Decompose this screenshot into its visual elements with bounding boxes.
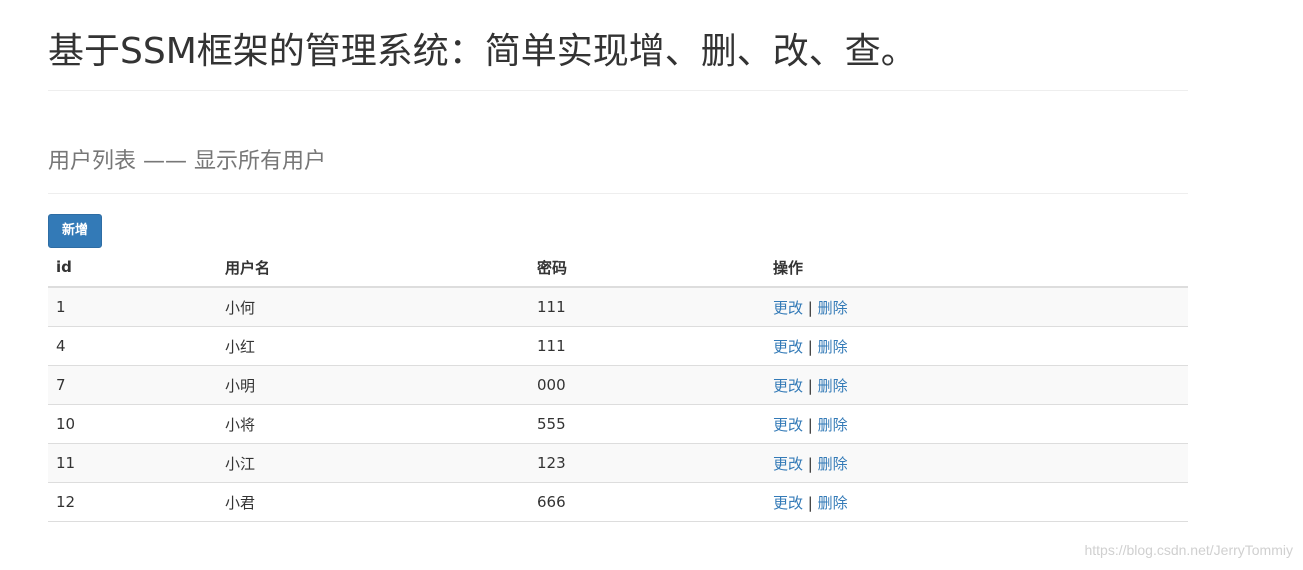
edit-link[interactable]: 更改 — [773, 494, 803, 512]
table-row: 7 小明 000 更改 | 删除 — [48, 365, 1188, 405]
delete-link[interactable]: 删除 — [818, 338, 848, 356]
cell-actions: 更改 | 删除 — [765, 326, 1188, 366]
subtitle-divider — [48, 193, 1188, 194]
cell-actions: 更改 | 删除 — [765, 287, 1188, 327]
title-divider — [48, 90, 1188, 91]
delete-link[interactable]: 删除 — [818, 455, 848, 473]
cell-id: 11 — [48, 443, 217, 483]
delete-link[interactable]: 删除 — [818, 494, 848, 512]
cell-actions: 更改 | 删除 — [765, 482, 1188, 522]
cell-username: 小红 — [217, 326, 529, 366]
cell-password: 555 — [529, 404, 765, 444]
cell-id: 7 — [48, 365, 217, 405]
column-header-password: 密码 — [529, 248, 765, 288]
add-user-button[interactable]: 新增 — [48, 214, 102, 248]
cell-id: 10 — [48, 404, 217, 444]
cell-username: 小将 — [217, 404, 529, 444]
edit-link[interactable]: 更改 — [773, 377, 803, 395]
column-header-username: 用户名 — [217, 248, 529, 288]
section-subtitle: 用户列表 —— 显示所有用户 — [48, 149, 326, 174]
cell-password: 111 — [529, 326, 765, 366]
column-header-actions: 操作 — [765, 248, 1188, 288]
action-separator: | — [807, 298, 813, 317]
cell-username: 小江 — [217, 443, 529, 483]
cell-actions: 更改 | 删除 — [765, 404, 1188, 444]
action-separator: | — [807, 376, 813, 395]
cell-id: 1 — [48, 287, 217, 327]
cell-actions: 更改 | 删除 — [765, 365, 1188, 405]
delete-link[interactable]: 删除 — [818, 377, 848, 395]
cell-password: 111 — [529, 287, 765, 327]
watermark: https://blog.csdn.net/JerryTommiy — [1084, 542, 1293, 558]
column-header-id: id — [48, 248, 217, 288]
edit-link[interactable]: 更改 — [773, 338, 803, 356]
table-row: 10 小将 555 更改 | 删除 — [48, 404, 1188, 444]
cell-password: 000 — [529, 365, 765, 405]
table-header-row: id 用户名 密码 操作 — [48, 248, 1188, 288]
users-table: id 用户名 密码 操作 1 小何 111 更改 | 删除 4 小红 111 更… — [48, 248, 1188, 522]
cell-password: 123 — [529, 443, 765, 483]
action-separator: | — [807, 415, 813, 434]
edit-link[interactable]: 更改 — [773, 455, 803, 473]
table-row: 4 小红 111 更改 | 删除 — [48, 326, 1188, 366]
cell-username: 小何 — [217, 287, 529, 327]
delete-link[interactable]: 删除 — [818, 299, 848, 317]
cell-password: 666 — [529, 482, 765, 522]
action-separator: | — [807, 337, 813, 356]
table-row: 11 小江 123 更改 | 删除 — [48, 443, 1188, 483]
edit-link[interactable]: 更改 — [773, 299, 803, 317]
cell-id: 12 — [48, 482, 217, 522]
action-separator: | — [807, 454, 813, 473]
table-row: 12 小君 666 更改 | 删除 — [48, 482, 1188, 522]
cell-actions: 更改 | 删除 — [765, 443, 1188, 483]
action-separator: | — [807, 493, 813, 512]
delete-link[interactable]: 删除 — [818, 416, 848, 434]
cell-username: 小明 — [217, 365, 529, 405]
cell-username: 小君 — [217, 482, 529, 522]
table-row: 1 小何 111 更改 | 删除 — [48, 287, 1188, 327]
edit-link[interactable]: 更改 — [773, 416, 803, 434]
page-title: 基于SSM框架的管理系统：简单实现增、删、改、查。 — [48, 31, 917, 72]
cell-id: 4 — [48, 326, 217, 366]
